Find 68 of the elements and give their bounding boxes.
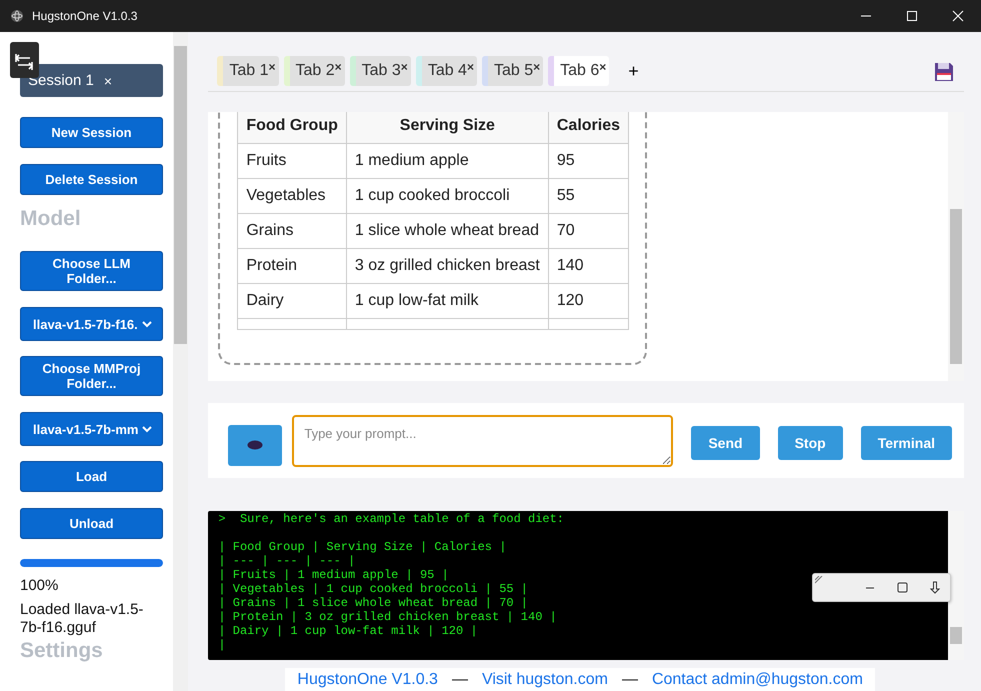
separator-text: — [452, 670, 468, 688]
tab[interactable]: Tab 2× [284, 56, 345, 86]
sidebar-button[interactable]: Choose MMProj Folder... [20, 356, 163, 396]
sidebar-button[interactable]: New Session [20, 117, 163, 148]
terminal-line: | Food Group | Serving Size | Calories | [218, 540, 506, 554]
table-cell: 55 [548, 178, 628, 214]
tab[interactable]: Tab 5× [482, 56, 544, 86]
status-text: 100% [20, 577, 60, 595]
status-text: Loaded llava-v1.5-7b-f16.gguf [20, 601, 144, 637]
terminal-line: | Fruits | 1 medium apple | 95 | [218, 568, 449, 582]
action-button[interactable]: Stop [778, 426, 843, 460]
sidebar-button[interactable]: Unload [20, 508, 163, 539]
chevron-icon [142, 426, 152, 432]
model-select[interactable]: llava-v1.5-7b-f16. [20, 307, 163, 341]
table-cell: Protein [238, 248, 346, 284]
terminal-line: | Vegetables | 1 cup cooked broccoli | 55 | [218, 582, 528, 596]
tab[interactable]: Tab 3× [350, 56, 411, 86]
table-cell: 3 oz grilled chicken breast [346, 248, 548, 284]
save-icon[interactable] [934, 62, 954, 82]
maximize-icon[interactable] [897, 582, 908, 593]
tab[interactable]: Tab 6× [548, 56, 610, 86]
table-cell: 1 medium apple [346, 144, 548, 178]
table-cell: 120 [548, 284, 628, 318]
terminal-line: | --- | --- | --- | [218, 554, 356, 568]
record-button[interactable] [228, 425, 282, 466]
add-tab-button[interactable]: + [628, 61, 639, 82]
sidebar-button[interactable]: Delete Session [20, 164, 163, 195]
action-button[interactable]: Terminal [860, 426, 952, 460]
prompt-field[interactable]: Type your prompt... [292, 414, 674, 466]
resize-grip-icon[interactable] [815, 576, 824, 584]
terminal-line: | Grains | 1 slice whole wheat bread | 70 | [218, 596, 528, 610]
action-button[interactable]: Send [691, 426, 760, 460]
section-heading: Settings [20, 639, 103, 663]
website-link[interactable]: Visit hugston.com [482, 670, 608, 688]
table-cell: Grains [238, 214, 346, 248]
separator-text: — [622, 670, 638, 688]
tab[interactable]: Tab 1× [217, 56, 278, 86]
version-text: HugstonOne V1.0.3 [297, 670, 438, 688]
window-title: HugstonOne V1.0.3 [32, 9, 138, 23]
table-cell: 70 [548, 214, 628, 248]
table-cell: 1 slice whole wheat bread [346, 214, 548, 248]
terminal-line: | Dairy | 1 cup low-fat milk | 120 | [218, 624, 478, 638]
section-heading: Model [20, 207, 81, 231]
table-cell: 140 [548, 248, 628, 284]
terminal-line: | Protein | 3 oz grilled chicken breast | 140 | [218, 610, 557, 624]
sidebar-button[interactable]: Choose LLM Folder... [20, 251, 163, 291]
table-cell: 95 [548, 144, 628, 178]
table-cell: Vegetables [238, 178, 346, 214]
table-header: Food Group [238, 112, 346, 144]
terminal-line: > Sure, here's an example table of a food diet: [218, 512, 564, 526]
table-cell: Fruits [238, 144, 346, 178]
close-icon[interactable] [952, 10, 964, 22]
model-select[interactable]: llava-v1.5-7b-mm [20, 412, 163, 446]
sidebar-button[interactable]: Load [20, 461, 163, 492]
table-header: Calories [548, 112, 628, 144]
session-close[interactable]: × [104, 72, 112, 88]
contact-link[interactable]: Contact admin@hugston.com [652, 670, 863, 688]
oval-icon [247, 440, 264, 450]
table-cell: 1 cup low-fat milk [346, 284, 548, 318]
sidebar-scrollbar[interactable] [173, 32, 188, 691]
table-cell: 1 cup cooked broccoli [346, 178, 548, 214]
chevron-icon [142, 320, 152, 328]
atom-icon [10, 9, 24, 23]
table-cell: Dairy [238, 284, 346, 318]
table-header: Serving Size [346, 112, 548, 144]
tab[interactable]: Tab 4× [416, 56, 477, 86]
terminal-line: | [218, 638, 226, 652]
down-arrow-icon[interactable] [930, 581, 940, 594]
